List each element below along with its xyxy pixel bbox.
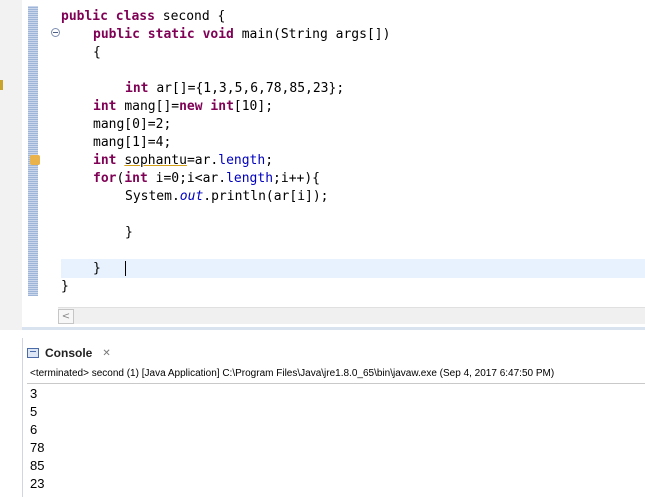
collapse-icon[interactable] (51, 28, 60, 37)
code-token: public class (61, 9, 163, 24)
console-tabbar: Console ✕ (23, 338, 645, 367)
code-token: } (125, 225, 133, 240)
output-line: 78 (30, 440, 45, 455)
code-token: mang[1]=4; (93, 135, 172, 150)
text-caret (125, 261, 126, 276)
code-token: sophantu (124, 153, 187, 168)
code-editor[interactable]: public class second {public static void … (0, 0, 645, 330)
console-tab-label: Console (45, 346, 93, 360)
code-token: for (93, 171, 117, 186)
code-token: int (125, 81, 157, 96)
code-token: } (61, 279, 69, 294)
code-line[interactable]: mang[1]=4; (61, 134, 171, 152)
horizontal-scrollbar[interactable]: < (58, 307, 645, 324)
code-token: ;i++){ (273, 171, 321, 186)
code-line[interactable]: { (61, 44, 101, 62)
code-line[interactable]: public class second { (61, 8, 225, 26)
code-token: ar[]={1,3,5,6,78,85,23}; (156, 81, 345, 96)
scroll-left-icon[interactable]: < (58, 309, 74, 324)
output-line: 5 (30, 404, 38, 419)
code-token: mang[0]=2; (93, 117, 172, 132)
code-line[interactable]: } (61, 260, 101, 278)
code-line[interactable]: int sophantu=ar.length; (61, 152, 273, 170)
output-line: 85 (30, 458, 45, 473)
console-divider (27, 383, 645, 384)
output-line: 3 (30, 386, 38, 401)
code-line[interactable]: for(int i=0;i<ar.length;i++){ (61, 170, 320, 188)
code-line[interactable]: mang[0]=2; (61, 116, 171, 134)
left-marker (0, 80, 3, 90)
code-token: i=0;i<ar. (155, 171, 227, 186)
console-icon (27, 348, 39, 358)
code-token: { (93, 45, 101, 60)
console-view: Console ✕ <terminated> second (1) [Java … (22, 338, 645, 497)
close-icon[interactable]: ✕ (102, 348, 110, 359)
code-token: } (93, 261, 101, 276)
code-line[interactable]: } (61, 224, 133, 242)
code-token: [10]; (233, 99, 274, 114)
code-token: ; (265, 153, 274, 168)
editor-bottom-border (22, 327, 645, 330)
code-line[interactable]: int mang[]=new int[10]; (61, 98, 273, 116)
code-token: .println(ar[i]); (203, 189, 329, 204)
code-token: int (124, 171, 156, 186)
console-status-line: <terminated> second (1) [Java Applicatio… (30, 368, 555, 379)
code-token: =ar. (186, 153, 219, 168)
code-token: length (218, 153, 266, 168)
code-line[interactable]: public static void main(String args[]) (61, 26, 390, 44)
output-line: 23 (30, 476, 45, 491)
output-line: 6 (30, 422, 38, 437)
current-line-highlight (61, 259, 645, 278)
left-strip (0, 0, 22, 330)
code-token: mang[]= (124, 99, 180, 114)
code-line[interactable]: System.out.println(ar[i]); (61, 188, 329, 206)
code-token: System. (125, 189, 180, 204)
code-line[interactable]: } (61, 278, 69, 296)
code-token: int (93, 99, 125, 114)
warning-icon[interactable] (30, 155, 40, 165)
code-token: length (226, 171, 274, 186)
code-token: public static void (93, 27, 242, 42)
code-token: new int (179, 99, 234, 114)
code-line[interactable]: int ar[]={1,3,5,6,78,85,23}; (61, 80, 344, 98)
console-output[interactable]: 3 5 6 78 85 23 (30, 385, 44, 493)
tab-console[interactable]: Console ✕ (27, 342, 111, 364)
code-token: int (93, 153, 125, 168)
code-token: out (179, 189, 204, 204)
code-token: main(String args[]) (241, 27, 391, 42)
code-token: second { (162, 9, 226, 24)
annotation-ruler[interactable] (28, 6, 38, 296)
